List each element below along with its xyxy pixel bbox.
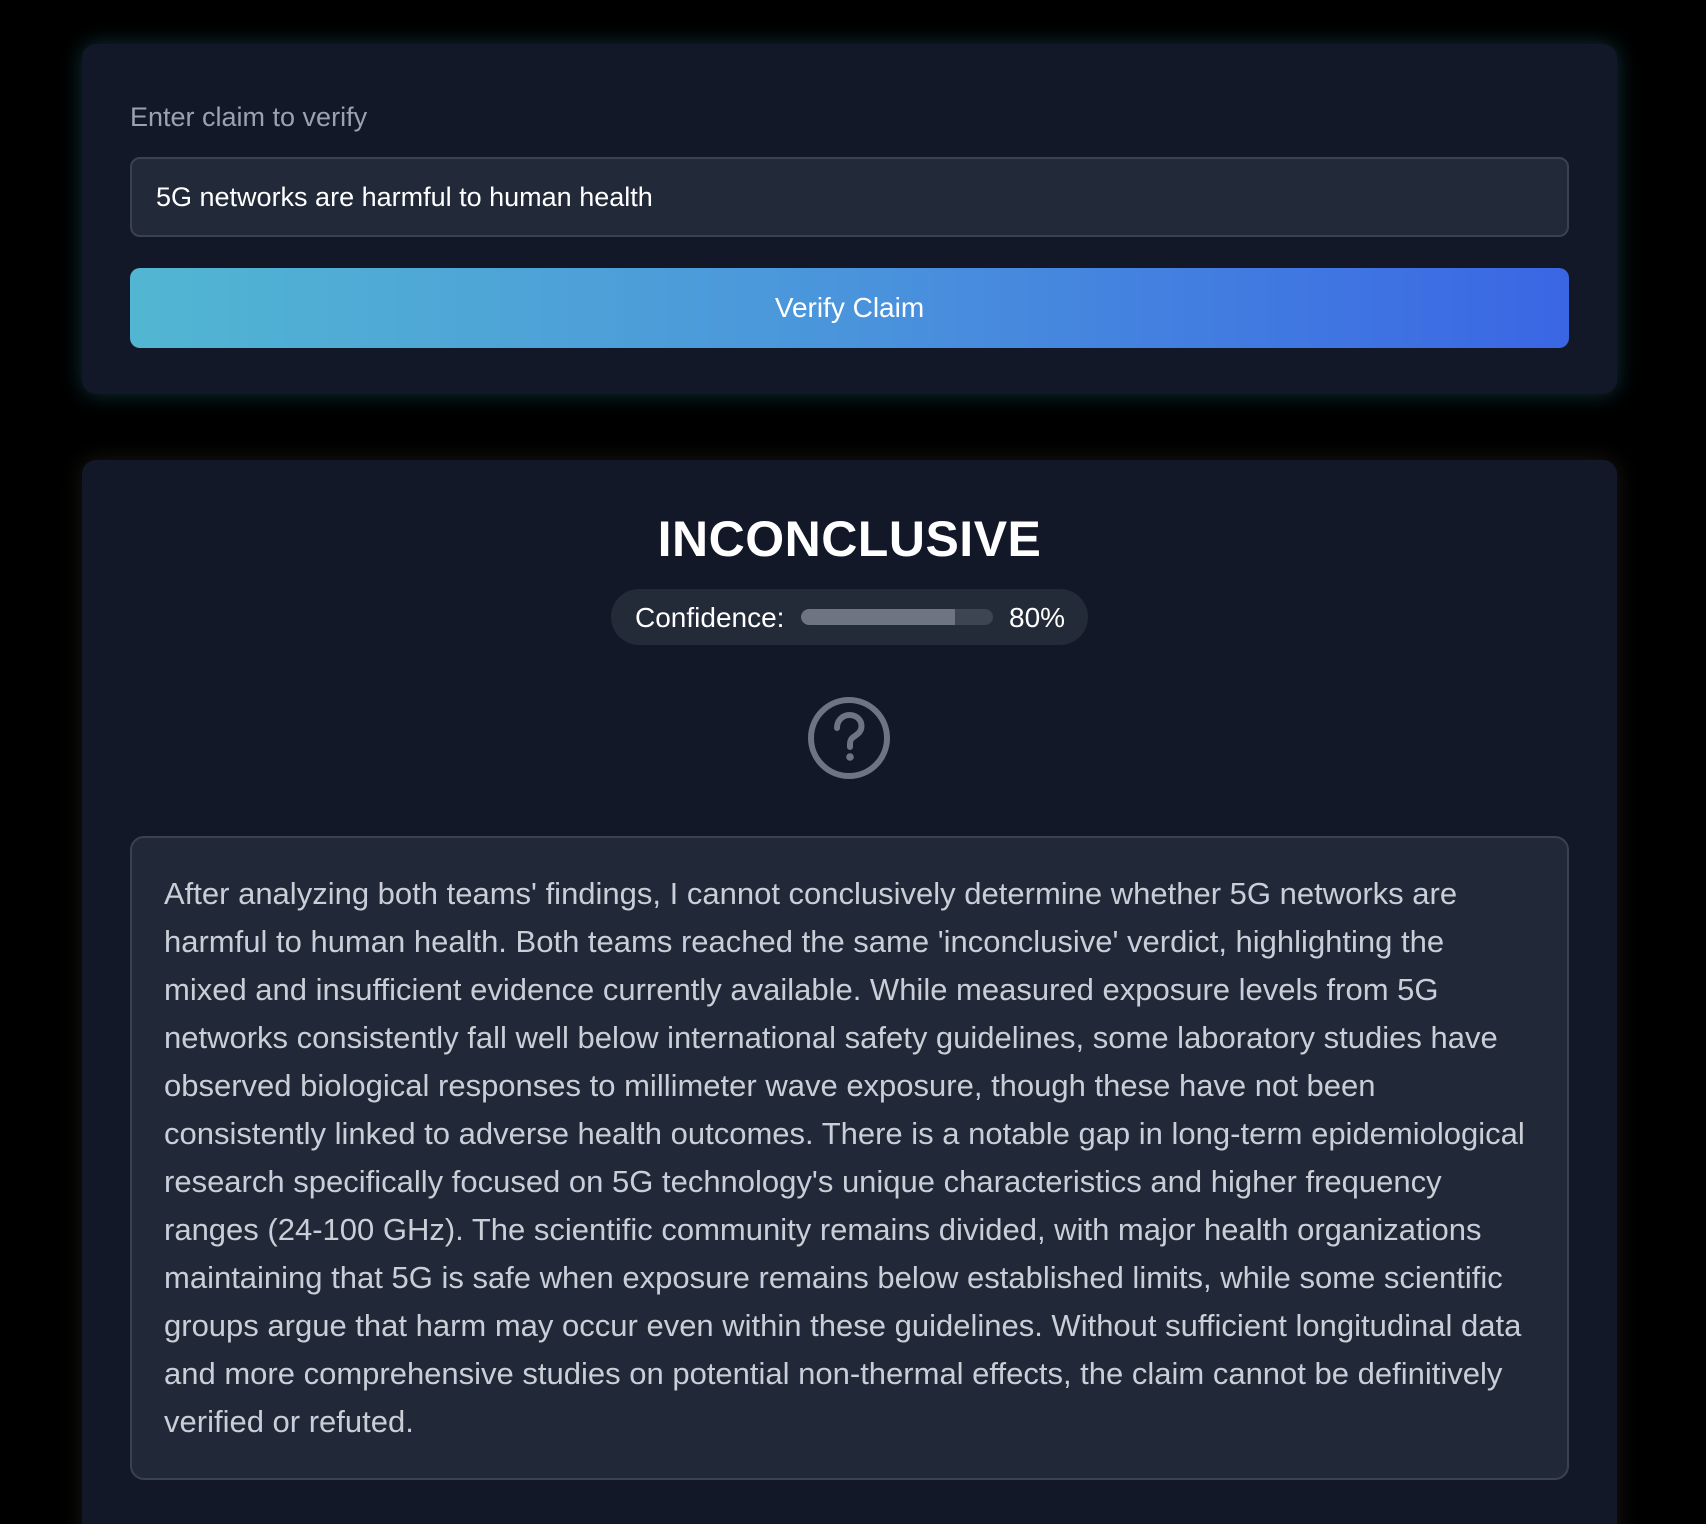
confidence-label: Confidence: (635, 602, 785, 633)
confidence-value: 80% (1009, 602, 1066, 633)
page: Enter claim to verify Verify Claim INCON… (0, 0, 1706, 1524)
question-circle-icon (808, 697, 890, 779)
explanation-panel: After analyzing both teams' findings, I … (130, 836, 1569, 1480)
claim-field-label: Enter claim to verify (130, 102, 368, 132)
verdict-heading: INCONCLUSIVE (657, 511, 1042, 567)
confidence-indicator: Confidence: 80% (611, 589, 1088, 645)
claim-input-card: Enter claim to verify Verify Claim (82, 44, 1617, 394)
verify-claim-button[interactable]: Verify Claim (130, 268, 1569, 348)
confidence-bar-track (801, 609, 993, 625)
claim-input[interactable] (130, 157, 1569, 237)
confidence-bar-fill (801, 609, 955, 625)
result-card: INCONCLUSIVE Confidence: 80% After analy… (82, 460, 1617, 1524)
explanation-text: After analyzing both teams' findings, I … (164, 876, 1525, 1439)
